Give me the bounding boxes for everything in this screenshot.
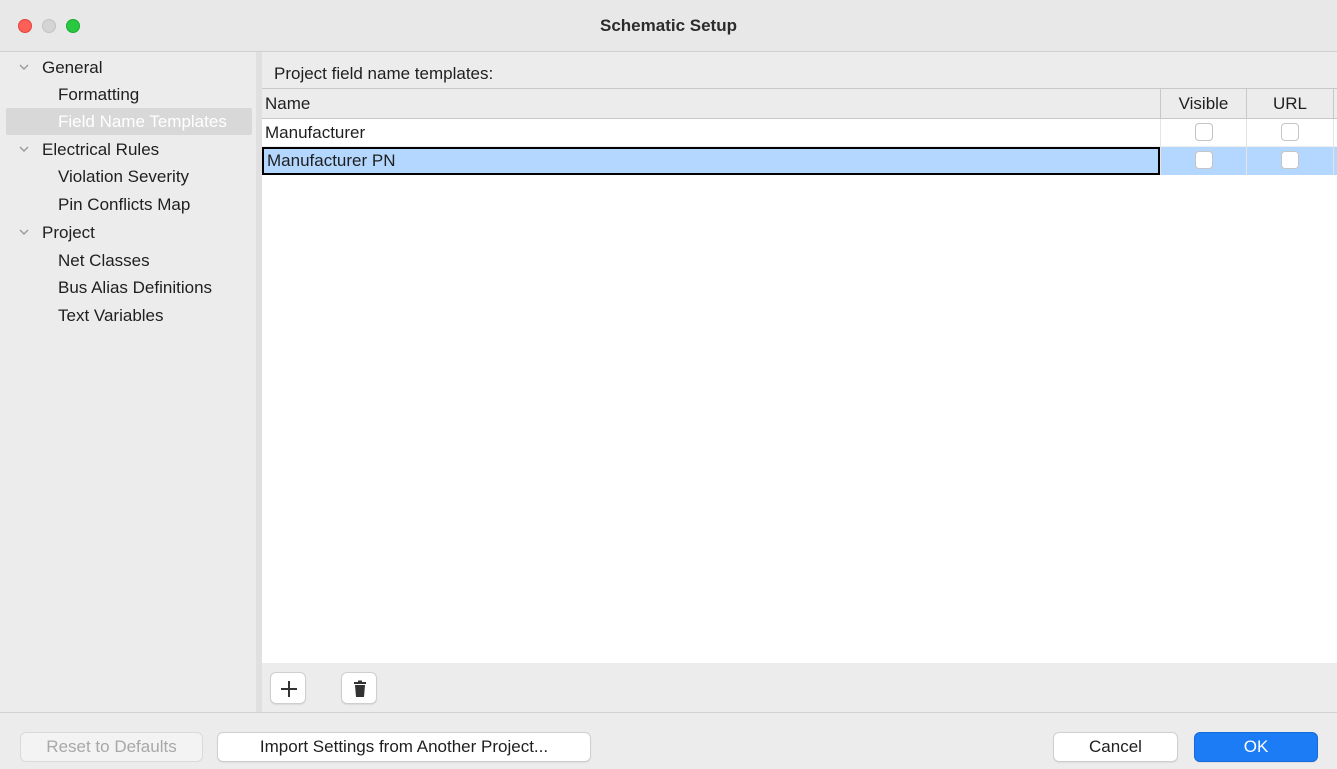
tree-item-electrical-rules[interactable]: Electrical Rules — [0, 136, 256, 163]
grid-toolbar — [262, 663, 1337, 712]
templates-grid: Name Visible URL Manufacturer Manufactur… — [262, 88, 1337, 663]
tree-item-label: Net Classes — [58, 251, 150, 270]
name-cell[interactable]: Manufacturer PN — [262, 147, 1160, 175]
tree-item-formatting[interactable]: Formatting — [0, 81, 256, 108]
table-row[interactable]: Manufacturer — [262, 119, 1337, 147]
visible-checkbox[interactable] — [1194, 151, 1213, 169]
tree-item-pin-conflicts-map[interactable]: Pin Conflicts Map — [0, 191, 256, 218]
tree-item-violation-severity[interactable]: Violation Severity — [0, 163, 256, 190]
import-settings-button[interactable]: Import Settings from Another Project... — [217, 732, 591, 762]
grid-header: Name Visible URL — [262, 89, 1337, 119]
dialog-footer: Reset to Defaults Import Settings from A… — [0, 713, 1337, 769]
chevron-down-icon[interactable] — [18, 219, 32, 246]
tree-item-label: General — [42, 58, 103, 77]
tree-item-label: Field Name Templates — [58, 112, 227, 131]
reset-to-defaults-button[interactable]: Reset to Defaults — [20, 732, 203, 762]
ok-button[interactable]: OK — [1194, 732, 1318, 762]
tree-item-net-classes[interactable]: Net Classes — [0, 247, 256, 274]
chevron-down-icon[interactable] — [18, 136, 32, 163]
tree-item-project[interactable]: Project — [0, 219, 256, 246]
delete-field-button[interactable] — [341, 672, 377, 704]
table-row-selected[interactable]: Manufacturer PN — [262, 147, 1337, 175]
tree-item-field-name-templates[interactable]: Field Name Templates — [6, 108, 252, 135]
tree-item-label: Electrical Rules — [42, 140, 160, 159]
column-header-name[interactable]: Name — [265, 89, 310, 119]
url-cell — [1246, 147, 1334, 175]
visible-cell — [1160, 119, 1246, 147]
title-bar: Schematic Setup — [0, 0, 1337, 52]
url-checkbox[interactable] — [1281, 151, 1299, 169]
window-title: Schematic Setup — [600, 16, 737, 35]
visible-checkbox[interactable] — [1194, 123, 1213, 141]
url-cell — [1246, 119, 1334, 147]
tree-item-text-variables[interactable]: Text Variables — [0, 302, 256, 329]
tree-item-label: Project — [42, 223, 95, 242]
settings-tree: General Formatting Field Name Templates … — [0, 52, 256, 712]
add-field-button[interactable] — [270, 672, 306, 704]
tree-item-bus-alias-definitions[interactable]: Bus Alias Definitions — [0, 274, 256, 301]
url-checkbox[interactable] — [1281, 123, 1299, 141]
tree-item-label: Bus Alias Definitions — [58, 278, 213, 297]
tree-item-label: Formatting — [58, 85, 140, 104]
field-name-templates-panel: Project field name templates: Name Visib… — [262, 52, 1337, 712]
tree-item-label: Text Variables — [58, 306, 164, 325]
tree-item-label: Violation Severity — [58, 167, 190, 186]
section-label: Project field name templates: — [274, 64, 494, 83]
cancel-button[interactable]: Cancel — [1053, 732, 1178, 762]
column-header-visible[interactable]: Visible — [1160, 89, 1246, 119]
column-header-url[interactable]: URL — [1246, 89, 1334, 119]
schematic-setup-window: Schematic Setup General Formatting Field… — [0, 0, 1337, 769]
chevron-down-icon[interactable] — [18, 54, 32, 81]
visible-cell — [1160, 147, 1246, 175]
tree-item-general[interactable]: General — [0, 54, 256, 81]
tree-item-label: Pin Conflicts Map — [58, 195, 191, 214]
name-cell[interactable]: Manufacturer — [262, 119, 1160, 147]
